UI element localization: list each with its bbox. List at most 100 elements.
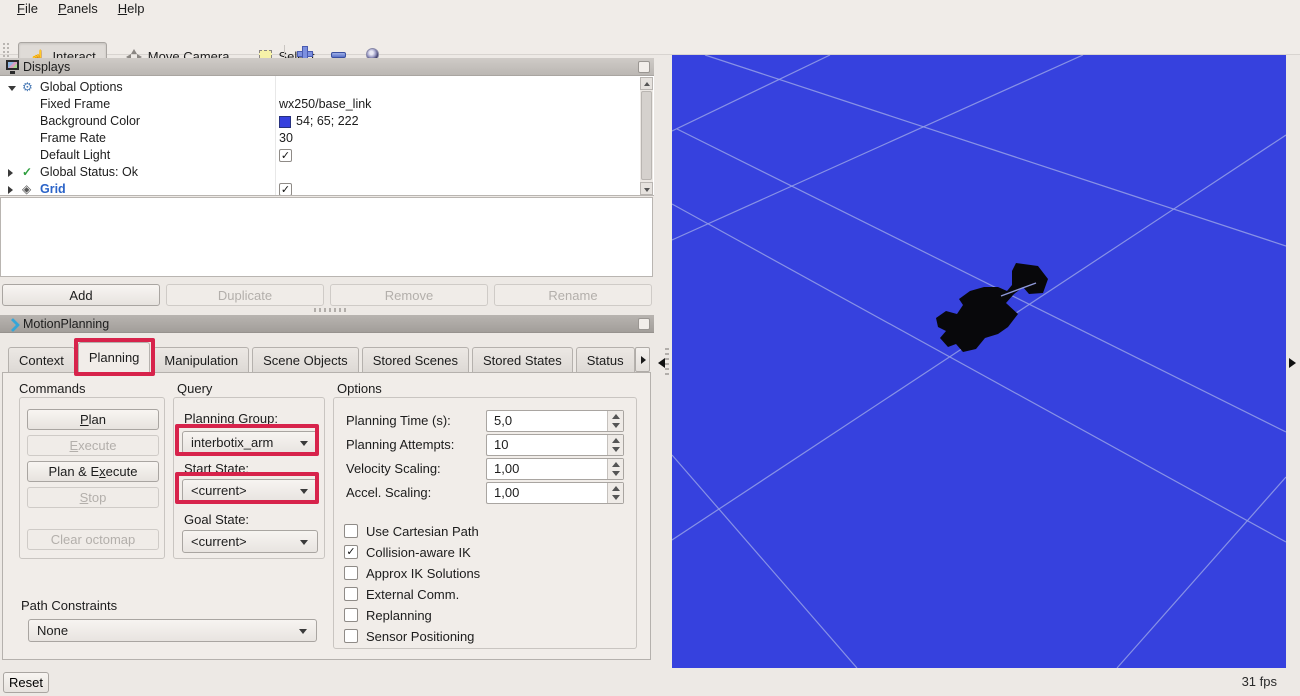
use-cartesian-path-checkbox[interactable] (344, 524, 358, 538)
collision-aware-ik-checkbox[interactable]: ✓ (344, 545, 358, 559)
tree-item-checkbox[interactable]: ✓ (279, 183, 292, 196)
tree-row-grid[interactable]: ◈Grid✓ (0, 181, 636, 196)
tab-scroll-right-button[interactable] (635, 347, 650, 372)
spin-down-icon[interactable] (612, 423, 620, 428)
expander-down-icon[interactable] (8, 86, 16, 91)
displays-description-area (0, 197, 653, 277)
goal-state-value: <current> (191, 534, 247, 549)
displays-button-row: AddDuplicateRemoveRename (0, 284, 654, 306)
tree-row-frame-rate[interactable]: Frame Rate 30 (0, 130, 636, 147)
checkbox-label: Collision-aware IK (366, 545, 471, 560)
option-sensor-positioning[interactable]: Sensor Positioning (344, 628, 474, 644)
start-state-dropdown[interactable]: <current> (182, 479, 318, 502)
planning-group-dropdown[interactable]: interbotix_arm (182, 431, 318, 454)
spin-down-icon[interactable] (612, 471, 620, 476)
expander-right-icon[interactable] (8, 169, 13, 177)
tree-row-fixed-frame[interactable]: Fixed Framewx250/base_link (0, 96, 636, 113)
approx-ik-solutions-checkbox[interactable] (344, 566, 358, 580)
panel-splitter-handle[interactable] (314, 308, 346, 312)
option-external-comm[interactable]: External Comm. (344, 586, 459, 602)
tree-item-value: 30 (279, 130, 293, 147)
tree-row-background-color[interactable]: Background Color54; 65; 222 (0, 113, 636, 130)
remove-button: Remove (330, 284, 488, 306)
velocity-scaling-spinbox[interactable]: 1,00 (486, 458, 624, 480)
collapse-left-icon[interactable] (658, 358, 665, 368)
gear-icon: ⚙ (22, 79, 33, 96)
query-group-box: Planning Group: interbotix_arm Start Sta… (173, 397, 325, 559)
motion-planning-float-button[interactable] (638, 318, 650, 330)
tree-item-name: Default Light (40, 147, 110, 164)
scroll-up-icon[interactable] (640, 77, 653, 90)
spin-up-icon[interactable] (612, 438, 620, 443)
option-collision-aware-ik[interactable]: ✓ Collision-aware IK (344, 544, 471, 560)
options-group-box: Planning Time (s):5,0Planning Attempts:1… (333, 397, 637, 649)
option-use-cartesian-path[interactable]: Use Cartesian Path (344, 523, 479, 539)
expander-right-icon[interactable] (8, 186, 13, 194)
tab-context[interactable]: Context (8, 347, 75, 372)
tab-stored-states[interactable]: Stored States (472, 347, 573, 372)
clear-octomap-button: Clear octomap (27, 529, 159, 550)
menu-item-help[interactable]: Help (108, 0, 155, 19)
plan-button[interactable]: Plan (27, 409, 159, 430)
tree-row-default-light[interactable]: Default Light ✓ (0, 147, 636, 164)
add-button[interactable]: Add (2, 284, 160, 306)
spin-down-icon[interactable] (612, 495, 620, 500)
path-constraints-dropdown[interactable]: None (28, 619, 317, 642)
reset-button[interactable]: Reset (3, 672, 49, 693)
commands-group-box: PlanExecutePlan & ExecuteStopClear octom… (19, 397, 165, 559)
status-ok-icon: ✓ (22, 164, 32, 181)
spin-up-icon[interactable] (612, 414, 620, 419)
tab-stored-scenes[interactable]: Stored Scenes (362, 347, 469, 372)
external-comm-checkbox[interactable] (344, 587, 358, 601)
accel-scaling-spinbox[interactable]: 1,00 (486, 482, 624, 504)
moveit-icon (8, 319, 18, 329)
planning-attempts-spinbox[interactable]: 10 (486, 434, 624, 456)
color-swatch[interactable] (279, 116, 291, 128)
rename-button: Rename (494, 284, 652, 306)
replanning-checkbox[interactable] (344, 608, 358, 622)
sensor-positioning-checkbox[interactable] (344, 629, 358, 643)
motion-planning-panel-header[interactable]: MotionPlanning (0, 315, 654, 333)
tree-item-name: Fixed Frame (40, 96, 110, 113)
planning-time-s-spinbox[interactable]: 5,0 (486, 410, 624, 432)
plan-execute-button[interactable]: Plan & Execute (27, 461, 159, 482)
scrollbar-thumb[interactable] (641, 91, 652, 180)
option-replanning[interactable]: Replanning (344, 607, 432, 623)
spin-down-icon[interactable] (612, 447, 620, 452)
motion-planning-tab-bar: ContextPlanningManipulationScene Objects… (8, 347, 635, 373)
checkbox-label: Approx IK Solutions (366, 566, 480, 581)
viewport-splitter-handle[interactable] (665, 348, 669, 378)
tree-item-name: Frame Rate (40, 130, 106, 147)
commands-group-label: Commands (19, 381, 85, 396)
goal-state-dropdown[interactable]: <current> (182, 530, 318, 553)
tree-item-name: Global Options (40, 79, 123, 96)
displays-float-button[interactable] (638, 61, 650, 73)
collapse-right-icon[interactable] (1289, 358, 1296, 368)
tree-row-global-options[interactable]: ⚙ Global Options (0, 79, 636, 96)
tab-manipulation[interactable]: Manipulation (153, 347, 249, 372)
displays-panel-title: Displays (23, 60, 70, 74)
accel-scaling-label: Accel. Scaling: (346, 485, 431, 500)
displays-scrollbar[interactable] (640, 77, 653, 195)
tab-scene-objects[interactable]: Scene Objects (252, 347, 359, 372)
tab-planning[interactable]: Planning (78, 342, 151, 373)
spin-up-icon[interactable] (612, 462, 620, 467)
tree-item-checkbox[interactable]: ✓ (279, 149, 292, 162)
spin-up-icon[interactable] (612, 486, 620, 491)
goal-state-label: Goal State: (184, 512, 249, 527)
tree-row-global-status-ok[interactable]: ✓Global Status: Ok (0, 164, 636, 181)
3d-viewport[interactable] (672, 55, 1286, 668)
menu-bar: FilePanelsHelp (0, 0, 1300, 19)
option-approx-ik-solutions[interactable]: Approx IK Solutions (344, 565, 480, 581)
displays-panel-header[interactable]: Displays (0, 58, 654, 76)
tab-status[interactable]: Status (576, 347, 635, 372)
stop-button: Stop (27, 487, 159, 508)
rviz-window: FilePanelsHelp ☝InteractMove CameraSelec… (0, 0, 1300, 696)
checkbox-label: Replanning (366, 608, 432, 623)
scroll-down-icon[interactable] (640, 182, 653, 195)
menu-item-file[interactable]: File (7, 0, 48, 19)
planning-attempts-label: Planning Attempts: (346, 437, 454, 452)
checkbox-label: Use Cartesian Path (366, 524, 479, 539)
menu-item-panels[interactable]: Panels (48, 0, 108, 19)
tree-item-value: 54; 65; 222 (296, 113, 359, 130)
